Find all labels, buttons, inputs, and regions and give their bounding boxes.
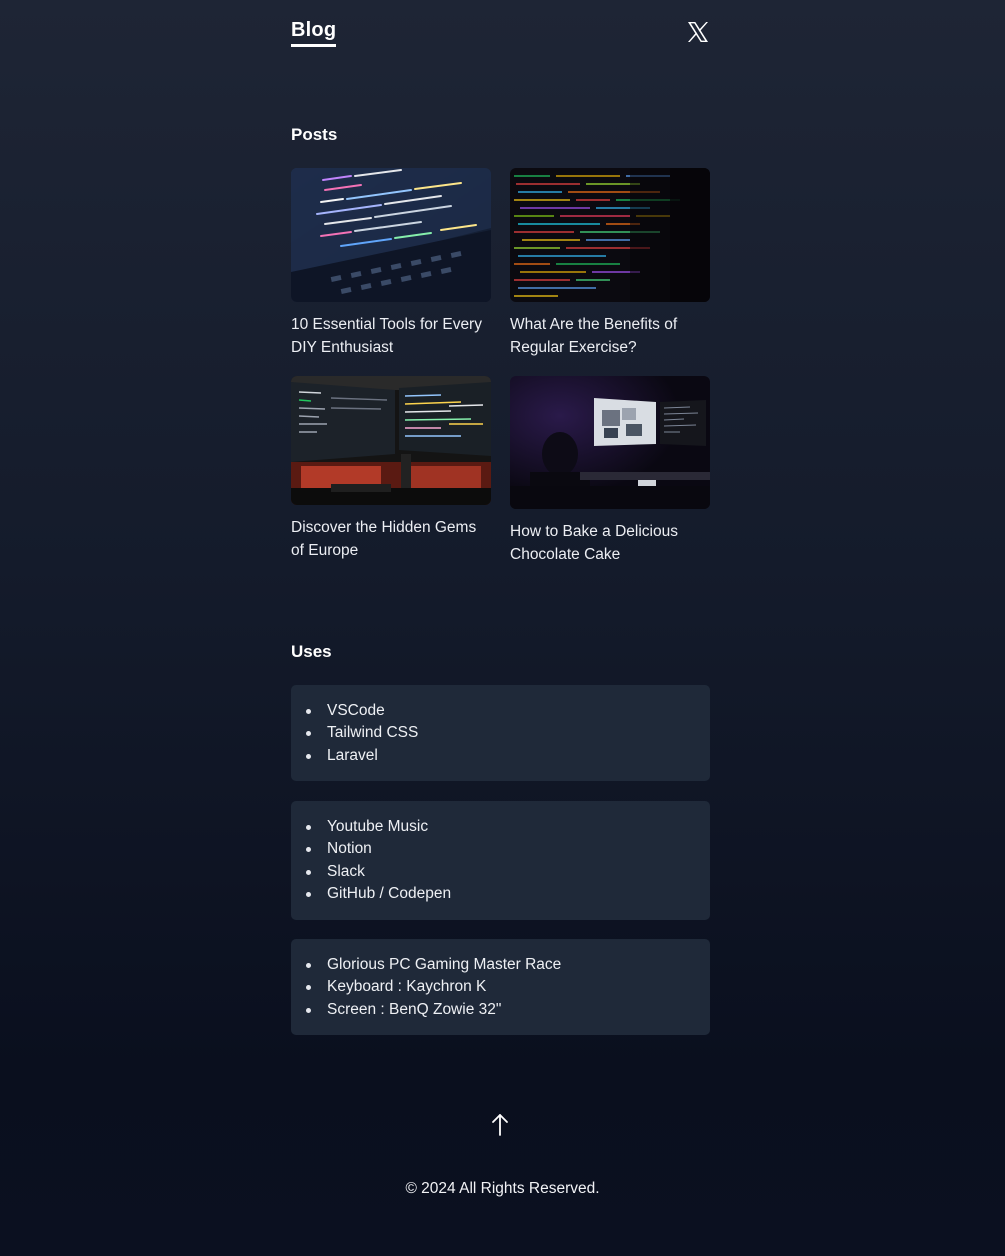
bullet-icon [306, 825, 311, 830]
uses-card-dev-tools: VSCode Tailwind CSS Laravel [291, 685, 710, 782]
colorful-code-screen-image [510, 168, 710, 302]
site-header: Blog [291, 0, 710, 60]
post-title: 10 Essential Tools for Every DIY Enthusi… [291, 316, 482, 356]
list-item-label: Notion [327, 840, 372, 858]
list-item: Glorious PC Gaming Master Race [291, 954, 710, 976]
post-card-4[interactable]: How to Bake a Delicious Chocolate Cake [510, 376, 710, 566]
list-item-label: GitHub / Codepen [327, 885, 452, 903]
x-social-link[interactable] [686, 20, 710, 44]
uses-heading: Uses [291, 642, 332, 661]
list-item: Youtube Music [291, 816, 710, 838]
list-item-label: Screen : BenQ Zowie 32" [327, 1000, 502, 1018]
bullet-icon [306, 869, 311, 875]
uses-card-apps: Youtube Music Notion Slack GitHub / Code… [291, 801, 710, 920]
list-item-label: Slack [327, 862, 365, 880]
list-item-label: Youtube Music [327, 818, 429, 835]
list-item: Keyboard : Kaychron K [291, 976, 710, 998]
site-footer: © 2024 All Rights Reserved. [0, 1178, 1005, 1200]
page-container: Blog Posts 10 Essential Tools for Every … [291, 0, 710, 1036]
laptop-code-closeup-image [291, 168, 491, 302]
post-card-2[interactable]: What Are the Benefits of Regular Exercis… [510, 168, 710, 359]
list-item-label: Glorious PC Gaming Master Race [327, 956, 562, 973]
blog-home-link[interactable]: Blog [291, 18, 337, 47]
bullet-icon [306, 731, 311, 737]
bullet-icon [306, 847, 311, 853]
list-item-label: Laravel [327, 746, 378, 764]
bullet-icon [306, 892, 311, 898]
posts-heading: Posts [291, 125, 338, 144]
list-item: Tailwind CSS [291, 722, 710, 744]
x-logo-icon [688, 22, 708, 42]
post-card-3[interactable]: Discover the Hidden Gems of Europe [291, 376, 491, 562]
list-item: Slack [291, 861, 710, 883]
dual-monitor-desk-image [291, 376, 491, 505]
arrow-up-icon [492, 1114, 508, 1136]
bullet-icon [306, 985, 311, 991]
uses-list: Youtube Music Notion Slack GitHub / Code… [291, 816, 710, 906]
list-item: Screen : BenQ Zowie 32" [291, 999, 710, 1021]
post-card-1[interactable]: 10 Essential Tools for Every DIY Enthusi… [291, 168, 491, 359]
bullet-icon [306, 963, 311, 968]
uses-list: VSCode Tailwind CSS Laravel [291, 700, 710, 767]
bullet-icon [306, 709, 311, 714]
list-item-label: Keyboard : Kaychron K [327, 978, 487, 996]
post-title: What Are the Benefits of Regular Exercis… [510, 316, 678, 356]
dark-room-monitor-image [510, 376, 710, 509]
list-item-label: VSCode [327, 702, 385, 719]
list-item-label: Tailwind CSS [327, 724, 419, 742]
uses-list: Glorious PC Gaming Master Race Keyboard … [291, 954, 710, 1021]
post-title: How to Bake a Delicious Chocolate Cake [510, 523, 678, 563]
list-item: Laravel [291, 745, 710, 767]
uses-card-hardware: Glorious PC Gaming Master Race Keyboard … [291, 939, 710, 1036]
list-item: VSCode [291, 700, 710, 722]
bullet-icon [306, 1007, 311, 1013]
copyright-text: © 2024 All Rights Reserved. [405, 1180, 600, 1197]
bullet-icon [306, 753, 311, 759]
list-item: Notion [291, 838, 710, 860]
post-title: Discover the Hidden Gems of Europe [291, 519, 477, 559]
list-item: GitHub / Codepen [291, 883, 710, 905]
scroll-to-top-button[interactable] [490, 1112, 510, 1138]
